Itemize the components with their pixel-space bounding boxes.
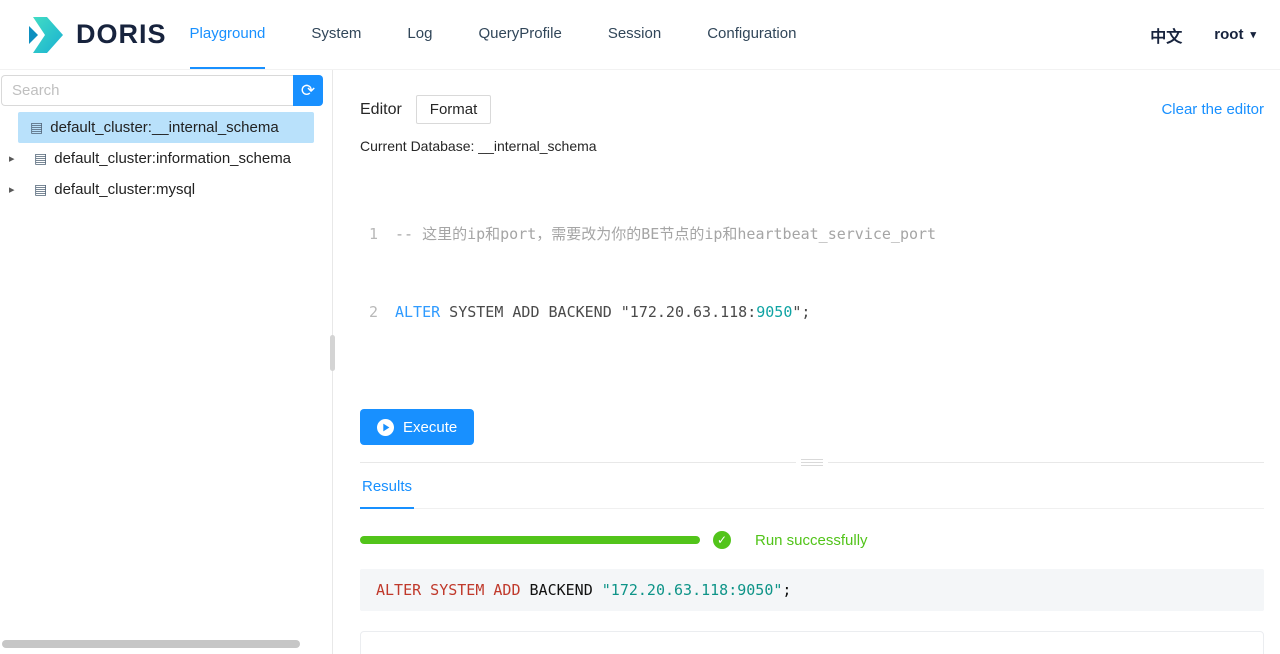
execution-summary-card: Execution Time: 18 ms: [360, 631, 1264, 654]
run-status-row: ✓ Run successfully: [360, 531, 1264, 549]
doris-playground-app: DORIS Playground System Log QueryProfile…: [0, 0, 1280, 654]
sidebar: ⟳ ▤ default_cluster:__internal_schema ▸ …: [0, 70, 333, 654]
refresh-button[interactable]: ⟳: [293, 75, 323, 106]
sql-token: "172.20.63.118:: [621, 303, 756, 321]
play-icon: [377, 419, 394, 436]
check-glyph: ✓: [717, 533, 727, 547]
sql-token: ;: [782, 581, 791, 599]
tree-item-label: default_cluster:mysql: [54, 181, 195, 198]
line-number: 1: [360, 221, 378, 247]
nav-configuration[interactable]: Configuration: [707, 0, 796, 69]
user-menu[interactable]: root ▾: [1214, 26, 1256, 43]
main-nav: Playground System Log QueryProfile Sessi…: [167, 0, 820, 69]
nav-queryprofile[interactable]: QueryProfile: [478, 0, 561, 69]
line-number: 2: [360, 299, 378, 325]
tree-item-information-schema[interactable]: ▸ ▤ default_cluster:information_schema: [0, 143, 332, 174]
database-tree: ▤ default_cluster:__internal_schema ▸ ▤ …: [0, 112, 332, 205]
tree-item-mysql[interactable]: ▸ ▤ default_cluster:mysql: [0, 174, 332, 205]
horizontal-scrollbar[interactable]: [2, 640, 300, 648]
refresh-icon: ⟳: [301, 81, 315, 101]
run-status-text: Run successfully: [755, 532, 868, 549]
header: DORIS Playground System Log QueryProfile…: [0, 0, 1280, 70]
editor-title: Editor: [360, 101, 402, 119]
panel-divider: [360, 462, 1264, 463]
current-database: Current Database: __internal_schema: [360, 138, 1264, 154]
schema-icon: ▤: [34, 181, 47, 198]
tab-results[interactable]: Results: [360, 463, 414, 509]
drag-handle[interactable]: [796, 457, 828, 468]
sql-editor[interactable]: 1 -- 这里的ip和port，需要改为你的BE节点的ip和heartbeat_…: [360, 169, 1264, 377]
tree-item-internal-schema[interactable]: ▤ default_cluster:__internal_schema: [18, 112, 314, 143]
chevron-down-icon: ▾: [1250, 28, 1256, 41]
sql-token: 9050: [756, 303, 792, 321]
vertical-splitter-handle[interactable]: [330, 335, 335, 371]
execute-label: Execute: [403, 419, 457, 436]
sql-token: ";: [792, 303, 810, 321]
sql-token: ALTER SYSTEM ADD: [376, 581, 521, 599]
username: root: [1214, 26, 1243, 43]
sql-statement: ALTER SYSTEM ADD BACKEND "172.20.63.118:…: [395, 299, 810, 325]
sql-token: BACKEND: [521, 581, 602, 599]
editor-line: 1 -- 这里的ip和port，需要改为你的BE节点的ip和heartbeat_…: [360, 221, 1264, 247]
success-check-icon: ✓: [713, 531, 731, 549]
sql-token: ALTER: [395, 303, 440, 321]
sql-comment: -- 这里的ip和port，需要改为你的BE节点的ip和heartbeat_se…: [395, 221, 936, 247]
editor-line: 2 ALTER SYSTEM ADD BACKEND "172.20.63.11…: [360, 299, 1264, 325]
results-tabs: Results: [360, 463, 1264, 509]
brand[interactable]: DORIS: [24, 0, 167, 69]
main-content: Editor Format Clear the editor Current D…: [333, 70, 1280, 654]
schema-icon: ▤: [30, 119, 43, 136]
tree-item-label: default_cluster:__internal_schema: [50, 119, 278, 136]
schema-icon: ▤: [34, 150, 47, 167]
language-switch[interactable]: 中文: [1150, 23, 1182, 47]
nav-log[interactable]: Log: [407, 0, 432, 69]
nav-session[interactable]: Session: [608, 0, 661, 69]
tree-item-label: default_cluster:information_schema: [54, 150, 291, 167]
nav-system[interactable]: System: [311, 0, 361, 69]
header-right: 中文 root ▾: [1150, 0, 1256, 69]
brand-name: DORIS: [76, 19, 167, 50]
sql-token: "172.20.63.118:9050": [602, 581, 783, 599]
search-input[interactable]: [1, 75, 293, 106]
doris-logo-icon: [24, 14, 66, 56]
nav-playground[interactable]: Playground: [190, 0, 266, 69]
execute-button[interactable]: Execute: [360, 409, 474, 445]
format-button[interactable]: Format: [416, 95, 492, 124]
sql-token: SYSTEM ADD BACKEND: [440, 303, 621, 321]
clear-editor-link[interactable]: Clear the editor: [1161, 101, 1264, 118]
executed-sql: ALTER SYSTEM ADD BACKEND "172.20.63.118:…: [360, 569, 1264, 611]
caret-right-icon[interactable]: ▸: [9, 152, 15, 165]
body: ⟳ ▤ default_cluster:__internal_schema ▸ …: [0, 70, 1280, 654]
search-bar: ⟳: [1, 75, 323, 106]
editor-toolbar: Editor Format Clear the editor: [360, 95, 1264, 124]
progress-bar: [360, 536, 700, 544]
caret-right-icon[interactable]: ▸: [9, 183, 15, 196]
